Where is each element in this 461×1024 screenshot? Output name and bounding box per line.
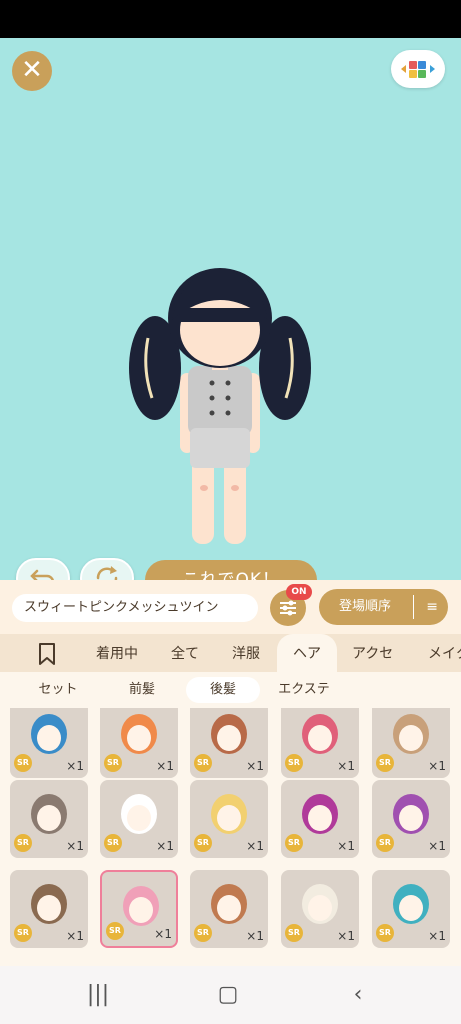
recent-apps-icon[interactable]: ||| <box>78 980 118 1010</box>
hair-preview-icon <box>211 884 247 924</box>
item-name-label: スウィートピンクメッシュツイン <box>12 594 258 622</box>
subtab-extensions[interactable]: エクステ <box>266 677 342 703</box>
avatar-figure <box>129 268 311 544</box>
undo-button[interactable] <box>16 558 70 580</box>
rarity-badge: SR <box>376 754 394 772</box>
tab-bookmark[interactable] <box>36 634 66 672</box>
item-count: ×1 <box>428 929 446 943</box>
sort-order-label: 登場順序 <box>339 599 392 614</box>
rotate-icon <box>96 566 118 580</box>
item-count: ×1 <box>337 839 355 853</box>
hair-item-cell[interactable]: SR ×1 <box>10 708 88 778</box>
view-toggle-button[interactable] <box>391 50 445 88</box>
item-count: ×1 <box>246 759 264 773</box>
hair-preview-icon <box>31 884 67 924</box>
hair-item-cell[interactable]: SR ×1 <box>281 780 359 858</box>
item-count: ×1 <box>246 929 264 943</box>
hair-preview-icon <box>393 714 429 754</box>
rarity-badge: SR <box>285 754 303 772</box>
rarity-badge: SR <box>14 834 32 852</box>
sort-order-button[interactable]: 登場順序 ≡ <box>319 589 448 625</box>
view-layout-icon <box>401 61 435 78</box>
close-button[interactable]: ✕ <box>12 51 52 91</box>
hair-preview-icon <box>302 714 338 754</box>
rarity-badge: SR <box>14 924 32 942</box>
category-tabs: 着用中 全て 洋服 ヘア アクセ メイク <box>0 634 461 672</box>
subtab-bangs[interactable]: 前髪 <box>112 677 172 703</box>
hair-preview-icon <box>393 794 429 834</box>
rarity-badge: SR <box>194 924 212 942</box>
back-icon[interactable]: ‹ <box>338 980 378 1010</box>
hair-preview-icon <box>121 714 157 754</box>
item-count: ×1 <box>428 839 446 853</box>
tab-clothes[interactable]: 洋服 <box>232 634 260 672</box>
rarity-badge: SR <box>194 754 212 772</box>
hair-item-cell[interactable]: SR ×1 <box>100 870 178 948</box>
item-grid: SR ×1 SR ×1 SR ×1 SR ×1 SR ×1 SR ×1 SR ×1 SR ×1 SR ×1 SR ×1… <box>0 708 461 966</box>
item-count: ×1 <box>156 759 174 773</box>
hair-item-cell[interactable]: SR ×1 <box>10 870 88 948</box>
tab-wearing[interactable]: 着用中 <box>96 634 138 672</box>
rarity-badge: SR <box>194 834 212 852</box>
hair-preview-icon <box>211 794 247 834</box>
hair-item-cell[interactable]: SR ×1 <box>372 870 450 948</box>
hair-preview-icon <box>123 886 159 926</box>
system-nav-bar: ||| ▢ ‹ <box>0 966 461 1024</box>
hair-preview-icon <box>393 884 429 924</box>
rarity-badge: SR <box>285 834 303 852</box>
subtab-back-hair[interactable]: 後髪 <box>186 677 260 703</box>
item-count: ×1 <box>154 927 172 941</box>
item-count: ×1 <box>337 759 355 773</box>
rarity-badge: SR <box>285 924 303 942</box>
hair-item-cell[interactable]: SR ×1 <box>10 780 88 858</box>
hair-preview-icon <box>302 794 338 834</box>
subtab-set[interactable]: セット <box>28 677 88 703</box>
rarity-badge: SR <box>106 922 124 940</box>
avatar-stage: ✕ これでOK！ <box>0 38 461 580</box>
filter-on-badge: ON <box>286 584 312 600</box>
hair-item-cell[interactable]: SR ×1 <box>281 870 359 948</box>
item-count: ×1 <box>156 839 174 853</box>
hair-item-cell[interactable]: SR ×1 <box>100 708 178 778</box>
hair-item-cell[interactable]: SR ×1 <box>190 708 268 778</box>
tab-makeup[interactable]: メイク <box>428 634 461 672</box>
confirm-ok-button[interactable]: これでOK！ <box>145 560 317 580</box>
hair-preview-icon <box>302 884 338 924</box>
item-count: ×1 <box>66 759 84 773</box>
hair-item-cell[interactable]: SR ×1 <box>372 780 450 858</box>
status-bar <box>0 0 461 38</box>
hair-item-cell[interactable]: SR ×1 <box>372 708 450 778</box>
undo-icon <box>30 569 54 580</box>
rarity-badge: SR <box>14 754 32 772</box>
hair-item-cell[interactable]: SR ×1 <box>100 780 178 858</box>
item-count: ×1 <box>337 929 355 943</box>
filter-bar: スウィートピンクメッシュツイン 登場順序 ≡ <box>0 580 461 634</box>
rarity-badge: SR <box>104 834 122 852</box>
hair-preview-icon <box>211 714 247 754</box>
sliders-icon <box>280 600 296 616</box>
item-count: ×1 <box>428 759 446 773</box>
sort-divider <box>413 595 414 619</box>
hair-preview-icon <box>31 794 67 834</box>
bookmark-icon <box>39 643 55 665</box>
tab-all[interactable]: 全て <box>171 634 199 672</box>
item-count: ×1 <box>66 839 84 853</box>
rotate-button[interactable] <box>80 558 134 580</box>
rarity-badge: SR <box>376 834 394 852</box>
hair-item-cell[interactable]: SR ×1 <box>190 870 268 948</box>
hair-preview-icon <box>31 714 67 754</box>
tab-accessories[interactable]: アクセ <box>352 634 393 672</box>
sort-direction-icon: ≡ <box>426 599 438 615</box>
tab-hair[interactable]: ヘア <box>277 634 337 672</box>
close-icon: ✕ <box>21 55 43 85</box>
hair-preview-icon <box>121 794 157 834</box>
item-count: ×1 <box>66 929 84 943</box>
rarity-badge: SR <box>376 924 394 942</box>
hair-item-cell[interactable]: SR ×1 <box>190 780 268 858</box>
rarity-badge: SR <box>104 754 122 772</box>
home-icon[interactable]: ▢ <box>208 980 248 1010</box>
hair-item-cell[interactable]: SR ×1 <box>281 708 359 778</box>
item-count: ×1 <box>246 839 264 853</box>
hair-subtabs: セット 前髪 後髪 エクステ <box>0 672 461 708</box>
